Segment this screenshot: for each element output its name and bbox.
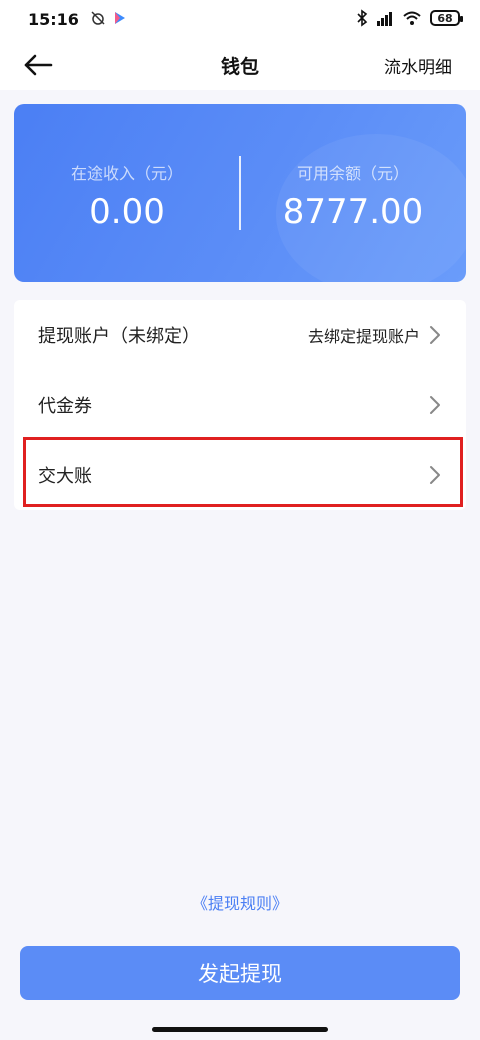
chevron-right-icon: [430, 466, 440, 484]
wallet-balance-card: 在途收入（元） 0.00 可用余额（元） 8777.00: [14, 104, 466, 282]
battery-level: 68: [437, 11, 453, 25]
signal-icon: [377, 12, 392, 26]
status-right-icons: 68: [356, 9, 463, 27]
withdraw-button[interactable]: 发起提现: [20, 946, 460, 1000]
menu-item-withdraw-account[interactable]: 提现账户（未绑定） 去绑定提现账户: [14, 300, 466, 370]
available-balance: 可用余额（元） 8777.00: [240, 160, 466, 232]
app-header: 钱包 流水明细: [0, 40, 480, 90]
chevron-right-icon: [430, 326, 440, 344]
battery-icon: 68: [430, 10, 463, 26]
transaction-detail-link[interactable]: 流水明细: [384, 53, 452, 78]
status-time: 15:16: [28, 10, 79, 29]
wifi-icon: [403, 11, 421, 25]
wallet-menu-list: 提现账户（未绑定） 去绑定提现账户 代金券 交大账: [14, 300, 466, 510]
chevron-right-icon: [430, 396, 440, 414]
menu-item-label: 交大账: [38, 466, 92, 487]
in-transit-label: 在途收入（元）: [70, 164, 183, 183]
menu-item-pay-bill[interactable]: 交大账: [14, 440, 466, 510]
menu-item-voucher[interactable]: 代金券: [14, 370, 466, 440]
in-transit-income: 在途收入（元） 0.00: [14, 160, 240, 232]
bind-account-link[interactable]: 去绑定提现账户: [308, 323, 420, 347]
status-left-icons: [90, 10, 126, 26]
in-transit-amount: 0.00: [89, 192, 165, 232]
withdraw-rules-link[interactable]: 《提现规则》: [0, 890, 480, 914]
menu-item-label: 提现账户（未绑定）: [38, 326, 200, 347]
play-store-icon: [115, 12, 125, 24]
available-amount: 8777.00: [282, 192, 424, 232]
status-bar: 15:16 68: [0, 0, 480, 40]
bluetooth-icon: [357, 9, 368, 27]
alarm-off-icon: [91, 11, 105, 25]
available-label: 可用余额（元）: [296, 164, 409, 183]
menu-item-label: 代金券: [38, 396, 92, 417]
home-indicator[interactable]: [152, 1027, 328, 1032]
